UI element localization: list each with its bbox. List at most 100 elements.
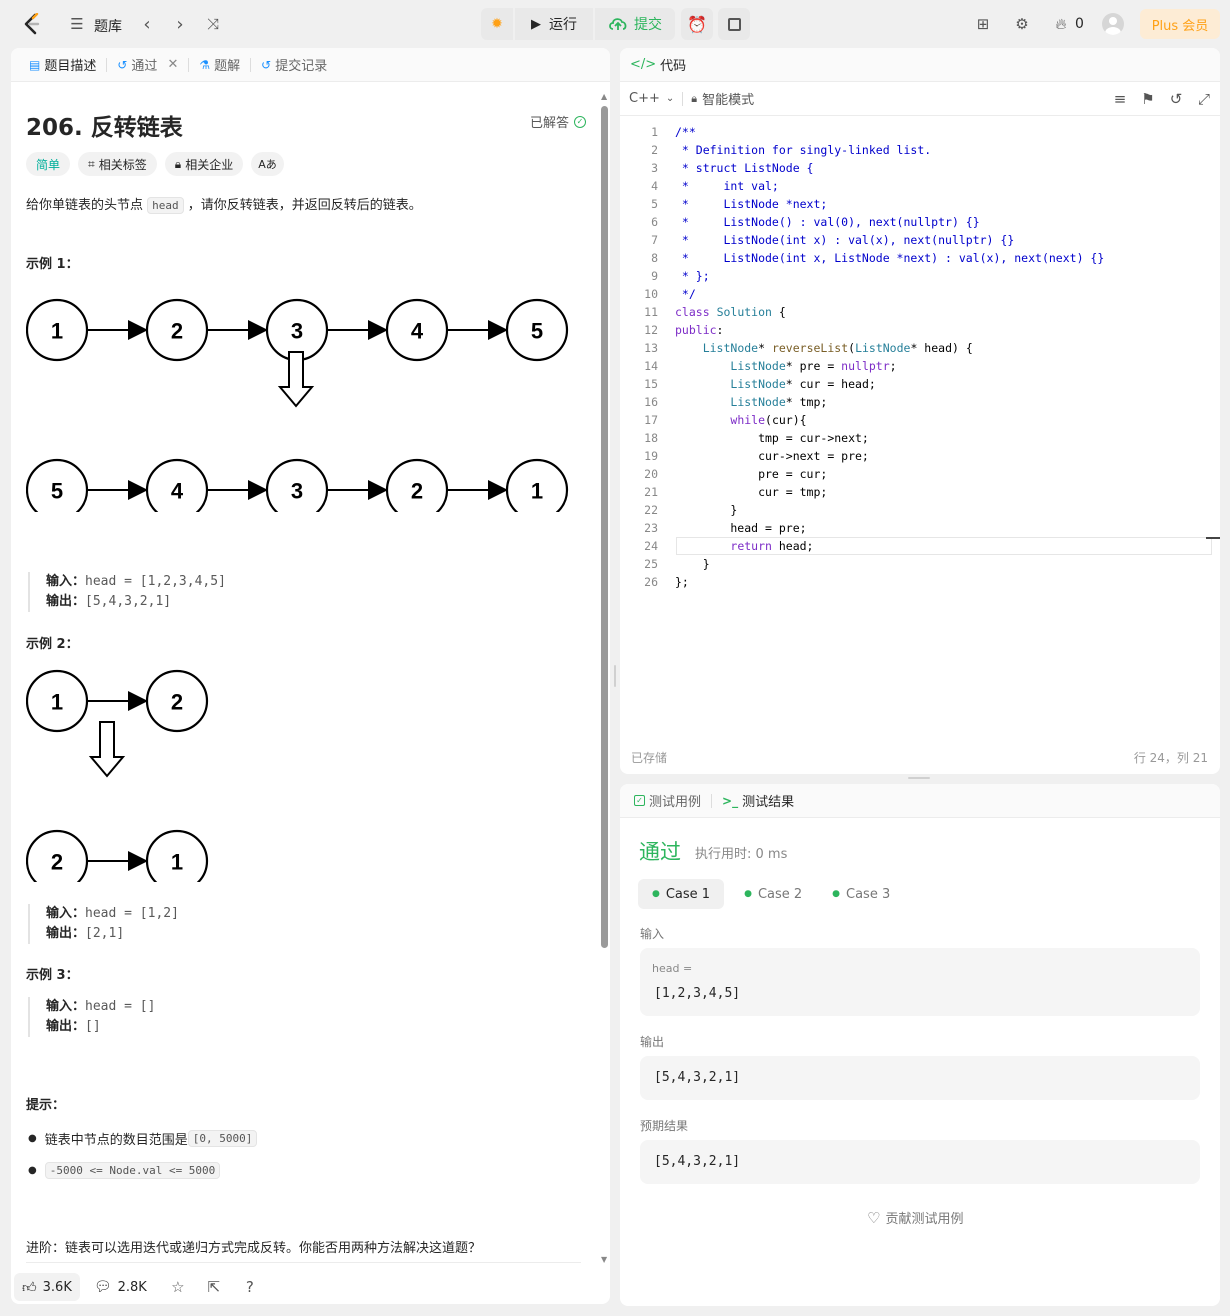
line-gutter: 1 2 3 4 5 6 7 8 9 10 11 12 13 14 15 16 17 18 19 20 21 22 23 24 2… [630,123,658,591]
resize-handle[interactable] [908,777,930,779]
fullscreen-icon[interactable]: ⤢ [1193,88,1215,110]
tab-testcases[interactable]: ✓ 测试用例 [628,791,707,810]
doc-icon: ▤ [29,57,41,72]
undo-icon[interactable]: ↺ [1165,88,1187,110]
submit-label: 提交 [634,17,662,33]
debug-button[interactable]: ✹ [481,8,513,40]
difficulty-badge: 简单 [26,152,71,176]
example-2-diagram: 1 2 2 1 [26,669,209,882]
input-label: 输入： [46,906,86,921]
line-number: 26 [644,575,658,589]
note-button[interactable] [718,8,750,40]
list-icon[interactable]: ☰ [66,13,88,35]
resize-handle[interactable] [614,665,616,687]
comment-icon: 💬︎ [93,1279,112,1295]
tab-label: 测试结果 [742,795,795,810]
code-editor[interactable]: 1 2 3 4 5 6 7 8 9 10 11 12 13 14 15 16 17 18 19 20 21 22 23 24 2… [620,123,1220,723]
translate-button[interactable]: Aあ [251,152,284,176]
input-value: head = [] [85,999,156,1014]
prev-icon[interactable]: ‹ [136,13,158,35]
code-icon: </> [630,57,657,72]
results-tabs: ✓ 测试用例 >_ 测试结果 [620,784,1220,818]
bookmark-icon[interactable]: ⚑ [1137,88,1159,110]
help-icon[interactable]: ? [239,1276,261,1298]
language-select[interactable]: C++ ⌄ [629,91,674,106]
solved-label: 已解答 [529,116,569,131]
related-company-button[interactable]: 🔒︎ 相关企业 [164,152,244,176]
output-value: [2,1] [85,926,125,941]
hints-title: 提示： [26,1098,66,1113]
tab-solutions[interactable]: ⚗ 题解 [193,55,246,75]
next-icon[interactable]: › [169,13,191,35]
input-label: 输入： [46,574,86,589]
case-tab-3[interactable]: ● Case 3 [822,879,900,909]
code-tab-label[interactable]: 代码 [660,55,686,74]
tab-label: 通过 [131,59,158,74]
line-number: 16 [644,395,658,409]
node-value: 2 [171,690,183,715]
comment-button[interactable]: 💬︎ 2.8K [86,1273,155,1301]
example-2-heading: 示例 2： [26,637,79,652]
hint-text: 链表中节点的数目范围是 [44,1133,188,1148]
like-button[interactable]: 👍︎ 3.6K [14,1273,80,1301]
tab-test-results[interactable]: >_ 测试结果 [716,791,800,811]
case-tab-2[interactable]: ● Case 2 [734,879,812,909]
line-number: 20 [644,467,658,481]
avatar[interactable] [1102,13,1124,35]
problem-tabs: ▤ 题目描述 ↺ 通过 ✕ ⚗ 题解 ↺ 提交记录 [11,48,610,82]
node-value: 3 [291,479,303,504]
problem-bank-link[interactable]: 题库 [94,16,122,36]
run-button[interactable]: ▶ 运行 [515,8,593,40]
code-line: } [675,503,738,517]
node-value: 3 [291,319,303,344]
tab-submissions[interactable]: ↺ 提交记录 [255,55,333,75]
output-label: 输出： [46,1019,86,1034]
code-line: * ListNode *next; [675,197,828,211]
output-label: 输出 [640,1035,665,1049]
submit-button[interactable]: 提交 [595,8,675,40]
scrollbar[interactable]: ▲ ▼ [600,92,608,1264]
alarm-icon: ⏰ [687,14,707,34]
code-line: while(cur){ [730,413,807,427]
contribute-testcase-button[interactable]: ♡ 贡献测试用例 [867,1208,964,1228]
example-1-title: 示例 1： [26,257,79,272]
mode-label: 智能模式 [702,93,755,108]
share-icon[interactable]: ⇱ [203,1276,225,1298]
tab-label: 提交记录 [275,59,328,74]
line-number: 21 [644,485,658,499]
related-tags-button[interactable]: ⌗ 相关标签 [78,152,157,176]
plus-member-button[interactable]: Plus 会员 [1140,9,1220,39]
case-tab-1[interactable]: ● Case 1 [638,879,725,909]
hint-code: -5000 <= Node.val <= 5000 [44,1162,221,1179]
example-1-diagram: 1 2 3 4 5 5 4 3 2 1 [26,298,569,512]
layout-icon[interactable]: ⊞ [972,13,994,35]
input-label: 输入 [640,927,665,941]
bottom-actions: 👍︎ 3.6K 💬︎ 2.8K ☆ ⇱ ? [14,1272,261,1302]
shuffle-icon[interactable]: ⤨ [202,13,224,35]
timer-button[interactable]: ⏰ [681,8,713,40]
logo-icon[interactable] [22,13,42,35]
flame-icon[interactable]: 🔥︎ [1050,13,1072,35]
page-title: 206. 反转链表 [26,115,183,141]
tab-description[interactable]: ▤ 题目描述 [23,55,102,75]
code-line: ListNode* reverseList(ListNode* head) { [702,341,973,355]
code-line: */ [675,287,696,301]
node-value: 2 [51,850,63,875]
cursor-position: 行 24，列 21 [1133,751,1208,765]
code-line: }; [675,575,689,589]
gear-icon[interactable]: ⚙ [1011,13,1033,35]
output-box: [5,4,3,2,1] [640,1056,1200,1100]
terminal-icon: >_ [722,793,739,808]
star-icon[interactable]: ☆ [167,1276,189,1298]
top-bar: ☰ 题库 ‹ › ⤨ ✹ ▶ 运行 提交 ⏰ ⊞ ⚙ 🔥︎ 0 Plus 会员 [0,0,1230,48]
tab-passed[interactable]: ↺ 通过 ✕ [111,55,184,74]
history-icon: ↺ [117,57,128,72]
format-icon[interactable]: ≡ [1109,88,1131,110]
code-line: * }; [675,269,710,283]
smart-mode-toggle[interactable]: 🔒︎ 智能模式 [691,89,755,109]
close-icon[interactable]: ✕ [167,57,178,72]
contribute-label: 贡献测试用例 [885,1212,964,1227]
note-icon [727,17,741,31]
code-line: /** [675,125,696,139]
streak-count: 0 [1075,16,1084,32]
